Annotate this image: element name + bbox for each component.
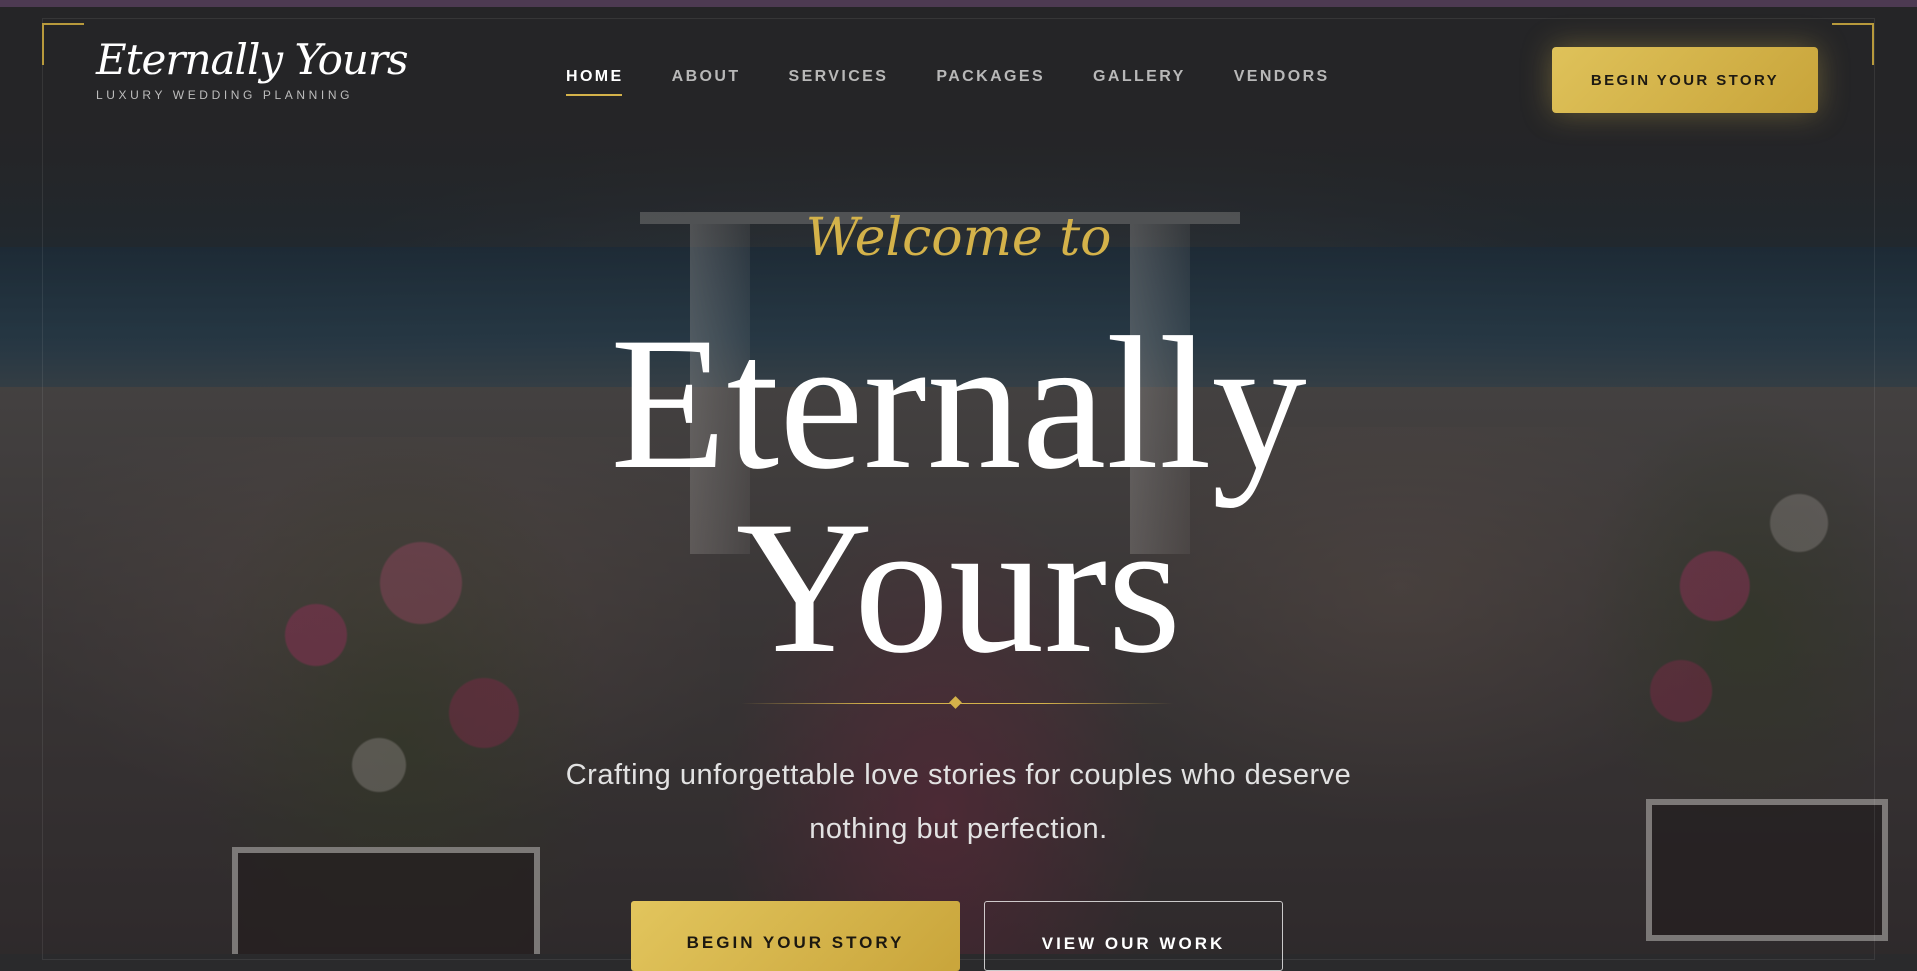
logo[interactable]: Eternally Yours LUXURY WEDDING PLANNING bbox=[96, 35, 409, 103]
hero-title-line-2: Yours bbox=[735, 483, 1182, 693]
nav-item-about[interactable]: ABOUT bbox=[672, 68, 741, 96]
logo-title: Eternally Yours bbox=[96, 35, 409, 84]
hero-tagline-line-1: Crafting unforgettable love stories for … bbox=[565, 759, 1352, 791]
hero-title-line-1: Eternally bbox=[610, 299, 1307, 509]
nav-item-home[interactable]: HOME bbox=[566, 68, 624, 96]
hero-tagline-line-2: nothing but perfection. bbox=[809, 813, 1108, 845]
begin-your-story-hero-button[interactable]: BEGIN YOUR STORY bbox=[631, 901, 960, 971]
corner-ornament-top-left bbox=[42, 23, 84, 65]
main-nav: HOME ABOUT SERVICES PACKAGES GALLERY VEN… bbox=[566, 68, 1378, 96]
nav-item-gallery[interactable]: GALLERY bbox=[1093, 68, 1186, 96]
hero-tagline: Crafting unforgettable love stories for … bbox=[0, 748, 1917, 856]
view-our-work-button[interactable]: VIEW OUR WORK bbox=[984, 901, 1283, 971]
nav-item-packages[interactable]: PACKAGES bbox=[936, 68, 1045, 96]
hero-welcome-text: Welcome to bbox=[805, 208, 1112, 268]
begin-your-story-header-button[interactable]: BEGIN YOUR STORY bbox=[1552, 47, 1818, 113]
corner-ornament-top-right bbox=[1832, 23, 1874, 65]
top-stripe bbox=[0, 0, 1917, 7]
hero-title: Eternally Yours bbox=[0, 299, 1917, 693]
nav-item-services[interactable]: SERVICES bbox=[789, 68, 889, 96]
logo-subtitle: LUXURY WEDDING PLANNING bbox=[96, 88, 354, 102]
nav-item-vendors[interactable]: VENDORS bbox=[1234, 68, 1330, 96]
